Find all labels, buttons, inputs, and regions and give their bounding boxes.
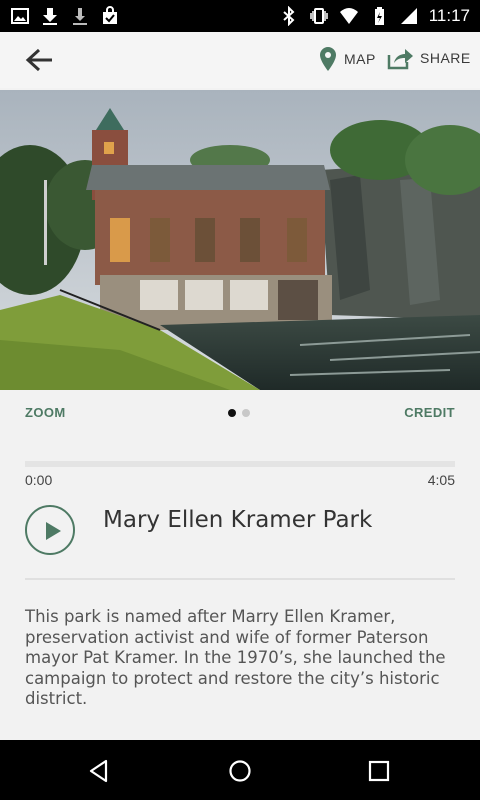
map-pin-icon	[320, 47, 336, 71]
navigation-bar	[0, 740, 480, 800]
audio-progress-bar[interactable]	[25, 461, 455, 467]
gallery-pager	[228, 409, 250, 417]
nav-recents-icon[interactable]	[366, 758, 392, 784]
vibrate-icon	[309, 8, 328, 24]
place-title: Mary Ellen Kramer Park	[103, 507, 373, 533]
arrow-left-icon	[25, 48, 52, 72]
notification-icons	[10, 0, 120, 32]
pager-dot[interactable]	[242, 409, 250, 417]
image-controls: ZOOM CREDIT	[0, 390, 480, 436]
store-icon	[103, 6, 117, 24]
bluetooth-icon	[283, 6, 295, 26]
status-bar: 11:17	[0, 0, 480, 32]
share-icon	[387, 49, 413, 70]
nav-back-icon[interactable]	[86, 758, 112, 784]
elapsed-time: 0:00	[25, 472, 53, 488]
park-photo	[0, 90, 480, 390]
pager-dot-active[interactable]	[228, 409, 236, 417]
battery-icon	[374, 7, 384, 25]
zoom-button[interactable]: ZOOM	[25, 405, 66, 420]
wifi-icon	[339, 8, 358, 24]
map-label: MAP	[344, 51, 376, 67]
place-description: This park is named after Marry Ellen Kra…	[25, 607, 446, 708]
hero-image[interactable]	[0, 90, 480, 390]
nav-home-icon[interactable]	[227, 758, 253, 784]
signal-icon	[400, 8, 417, 24]
app-bar: MAP SHARE	[0, 32, 480, 88]
play-button[interactable]	[25, 505, 75, 555]
back-button[interactable]	[22, 44, 58, 76]
download-icon	[43, 8, 57, 25]
system-icons: 11:17	[279, 0, 470, 32]
share-button[interactable]: SHARE	[386, 46, 471, 70]
clock: 11:17	[428, 6, 470, 25]
total-duration: 4:05	[427, 472, 455, 488]
divider	[25, 578, 455, 580]
image-notification-icon	[11, 8, 29, 24]
credit-button[interactable]: CREDIT	[404, 405, 455, 420]
play-icon	[46, 522, 61, 540]
download-icon	[73, 8, 87, 25]
map-button[interactable]: MAP	[318, 46, 376, 72]
share-label: SHARE	[420, 50, 471, 66]
